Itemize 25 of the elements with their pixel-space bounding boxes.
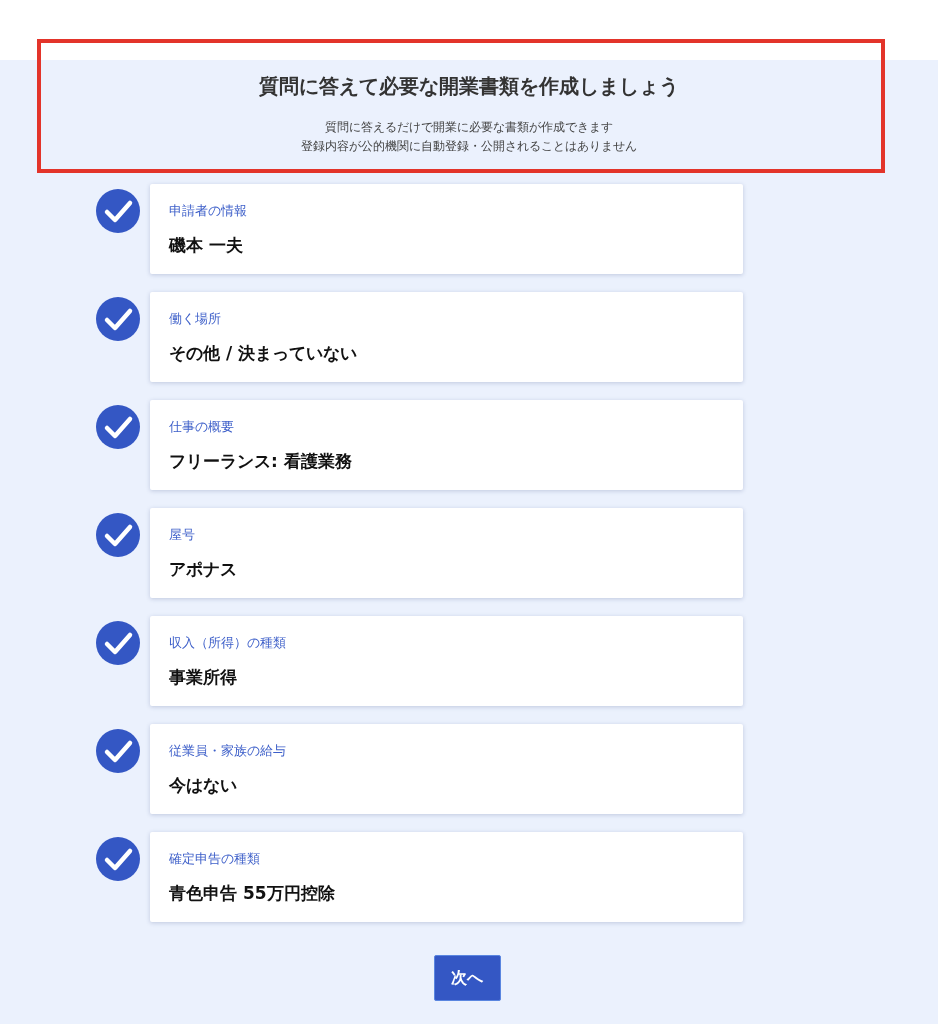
step-card[interactable]: 申請者の情報 磯本 一夫 [150, 184, 743, 274]
next-button[interactable]: 次へ [433, 955, 501, 1001]
step-card[interactable]: 働く場所 その他 / 決まっていない [150, 292, 743, 382]
step-value: 事業所得 [169, 666, 238, 689]
step-label: 働く場所 [169, 310, 222, 328]
step-label: 収入（所得）の種類 [169, 634, 287, 652]
step-card[interactable]: 確定申告の種類 青色申告 55万円控除 [150, 832, 743, 922]
step-card[interactable]: 仕事の概要 フリーランス: 看護業務 [150, 400, 743, 490]
step-label: 申請者の情報 [169, 202, 248, 220]
step-value: 青色申告 55万円控除 [169, 882, 336, 905]
step-card[interactable]: 収入（所得）の種類 事業所得 [150, 616, 743, 706]
page-title: 質問に答えて必要な開業書類を作成しましょう [259, 73, 679, 100]
step-value: 磯本 一夫 [169, 234, 244, 257]
description-text: 登録内容が公的機関に自動登録・公開されることはありません [301, 138, 637, 155]
step-value: 今はない [169, 774, 238, 797]
step-label: 仕事の概要 [169, 418, 235, 436]
step-card[interactable]: 屋号 アポナス [150, 508, 743, 598]
step-value: その他 / 決まっていない [169, 342, 359, 365]
step-value: アポナス [169, 558, 238, 581]
step-card[interactable]: 従業員・家族の給与 今はない [150, 724, 743, 814]
step-label: 従業員・家族の給与 [169, 742, 287, 760]
step-value: フリーランス: 看護業務 [169, 450, 353, 473]
step-label: 確定申告の種類 [169, 850, 261, 868]
step-label: 屋号 [169, 526, 196, 544]
description-text: 質問に答えるだけで開業に必要な書類が作成できます [325, 119, 613, 136]
